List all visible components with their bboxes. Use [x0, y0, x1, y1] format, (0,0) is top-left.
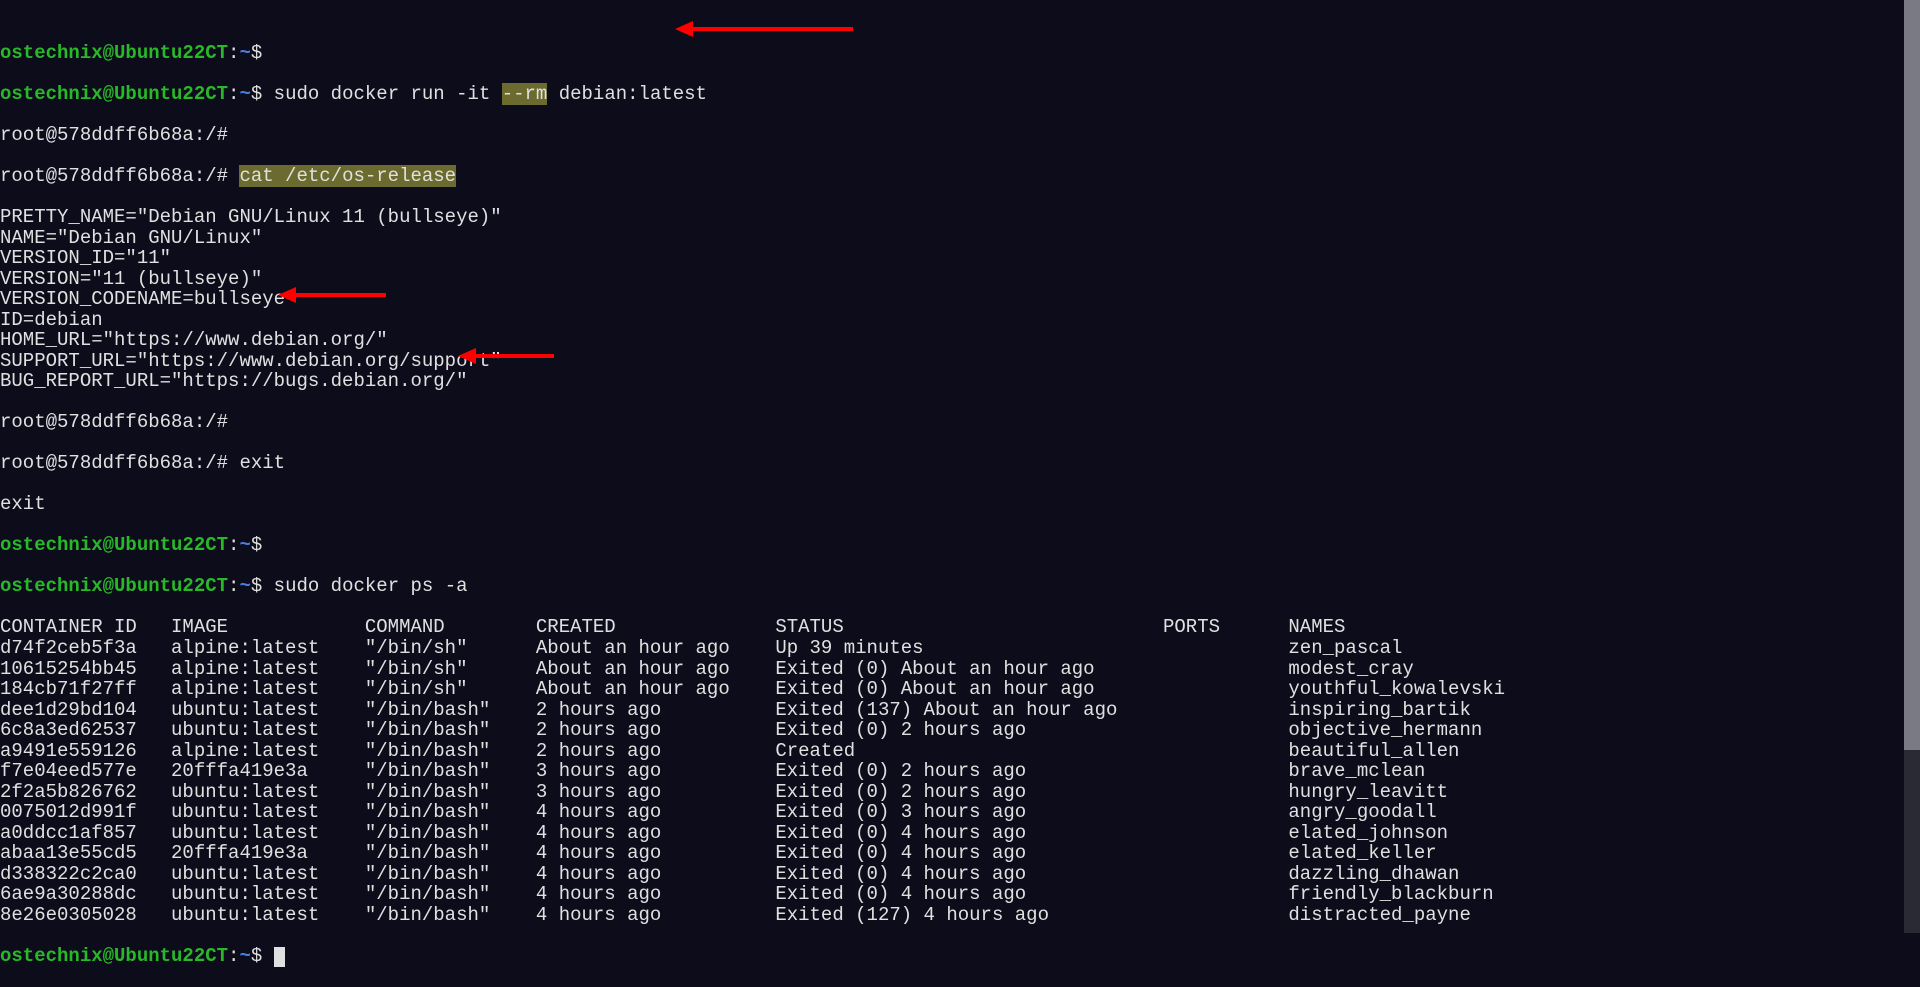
table-row: abaa13e55cd5 20fffa419e3a "/bin/bash" 4 …: [0, 843, 1920, 864]
os-release-line: PRETTY_NAME="Debian GNU/Linux 11 (bullse…: [0, 207, 1920, 228]
prompt-colon: :: [228, 42, 239, 64]
prompt-line-final: ostechnix@Ubuntu22CT:~$: [0, 946, 1920, 967]
prompt-line: ostechnix@Ubuntu22CT:~$: [0, 535, 1920, 556]
root-prompt-line: root@578ddff6b68a:/#: [0, 412, 1920, 433]
table-row: 184cb71f27ff alpine:latest "/bin/sh" Abo…: [0, 679, 1920, 700]
table-row: 2f2a5b826762 ubuntu:latest "/bin/bash" 3…: [0, 782, 1920, 803]
prompt-line: ostechnix@Ubuntu22CT:~$: [0, 43, 1920, 64]
table-row: dee1d29bd104 ubuntu:latest "/bin/bash" 2…: [0, 700, 1920, 721]
exit-echo: exit: [0, 494, 1920, 515]
docker-run-cmd-post: debian:latest: [547, 83, 707, 105]
os-release-line: BUG_REPORT_URL="https://bugs.debian.org/…: [0, 371, 1920, 392]
cat-cmd: cat /etc/os-release: [239, 165, 456, 187]
table-row: 0075012d991f ubuntu:latest "/bin/bash" 4…: [0, 802, 1920, 823]
table-row: f7e04eed577e 20fffa419e3a "/bin/bash" 3 …: [0, 761, 1920, 782]
scrollbar[interactable]: [1904, 0, 1920, 933]
cat-line: root@578ddff6b68a:/# cat /etc/os-release: [0, 166, 1920, 187]
os-release-line: ID=debian: [0, 310, 1920, 331]
table-row: a0ddcc1af857 ubuntu:latest "/bin/bash" 4…: [0, 823, 1920, 844]
table-row: 6c8a3ed62537 ubuntu:latest "/bin/bash" 2…: [0, 720, 1920, 741]
table-row: 10615254bb45 alpine:latest "/bin/sh" Abo…: [0, 659, 1920, 680]
docker-ps-line: ostechnix@Ubuntu22CT:~$ sudo docker ps -…: [0, 576, 1920, 597]
ps-header: CONTAINER ID IMAGE COMMAND CREATED STATU…: [0, 617, 1920, 638]
docker-run-cmd-pre: sudo docker run -it: [274, 83, 502, 105]
docker-ps-cmd: sudo docker ps -a: [274, 575, 468, 597]
table-row: 6ae9a30288dc ubuntu:latest "/bin/bash" 4…: [0, 884, 1920, 905]
prompt-dollar: $: [251, 42, 262, 64]
prompt-user: ostechnix@Ubuntu22CT: [0, 83, 228, 105]
os-release-line: HOME_URL="https://www.debian.org/": [0, 330, 1920, 351]
exit-line: root@578ddff6b68a:/# exit: [0, 453, 1920, 474]
docker-run-line: ostechnix@Ubuntu22CT:~$ sudo docker run …: [0, 84, 1920, 105]
scrollbar-thumb[interactable]: [1904, 0, 1920, 750]
table-row: a9491e559126 alpine:latest "/bin/bash" 2…: [0, 741, 1920, 762]
os-release-line: NAME="Debian GNU/Linux": [0, 228, 1920, 249]
root-prompt: root@578ddff6b68a:/#: [0, 124, 228, 146]
prompt-user: ostechnix@Ubuntu22CT: [0, 42, 228, 64]
terminal[interactable]: ostechnix@Ubuntu22CT:~$ ostechnix@Ubuntu…: [0, 0, 1920, 987]
table-row: d74f2ceb5f3a alpine:latest "/bin/sh" Abo…: [0, 638, 1920, 659]
root-prompt-line: root@578ddff6b68a:/#: [0, 125, 1920, 146]
cursor: [274, 947, 285, 967]
rm-flag-highlight: --rm: [502, 83, 548, 105]
table-row: 8e26e0305028 ubuntu:latest "/bin/bash" 4…: [0, 905, 1920, 926]
os-release-line: VERSION_ID="11": [0, 248, 1920, 269]
table-row: d338322c2ca0 ubuntu:latest "/bin/bash" 4…: [0, 864, 1920, 885]
os-release-line: SUPPORT_URL="https://www.debian.org/supp…: [0, 351, 1920, 372]
prompt-path: ~: [239, 42, 250, 64]
exit-cmd: exit: [239, 452, 285, 474]
